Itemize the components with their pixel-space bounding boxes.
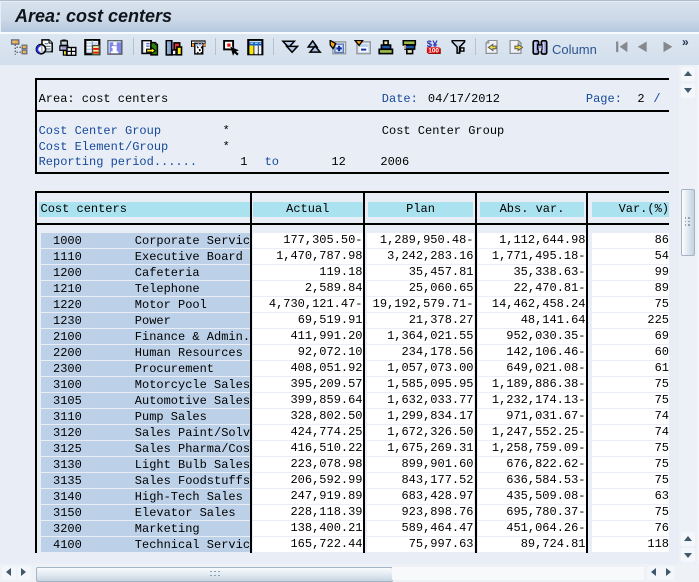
svg-text:100: 100 [428, 47, 439, 54]
